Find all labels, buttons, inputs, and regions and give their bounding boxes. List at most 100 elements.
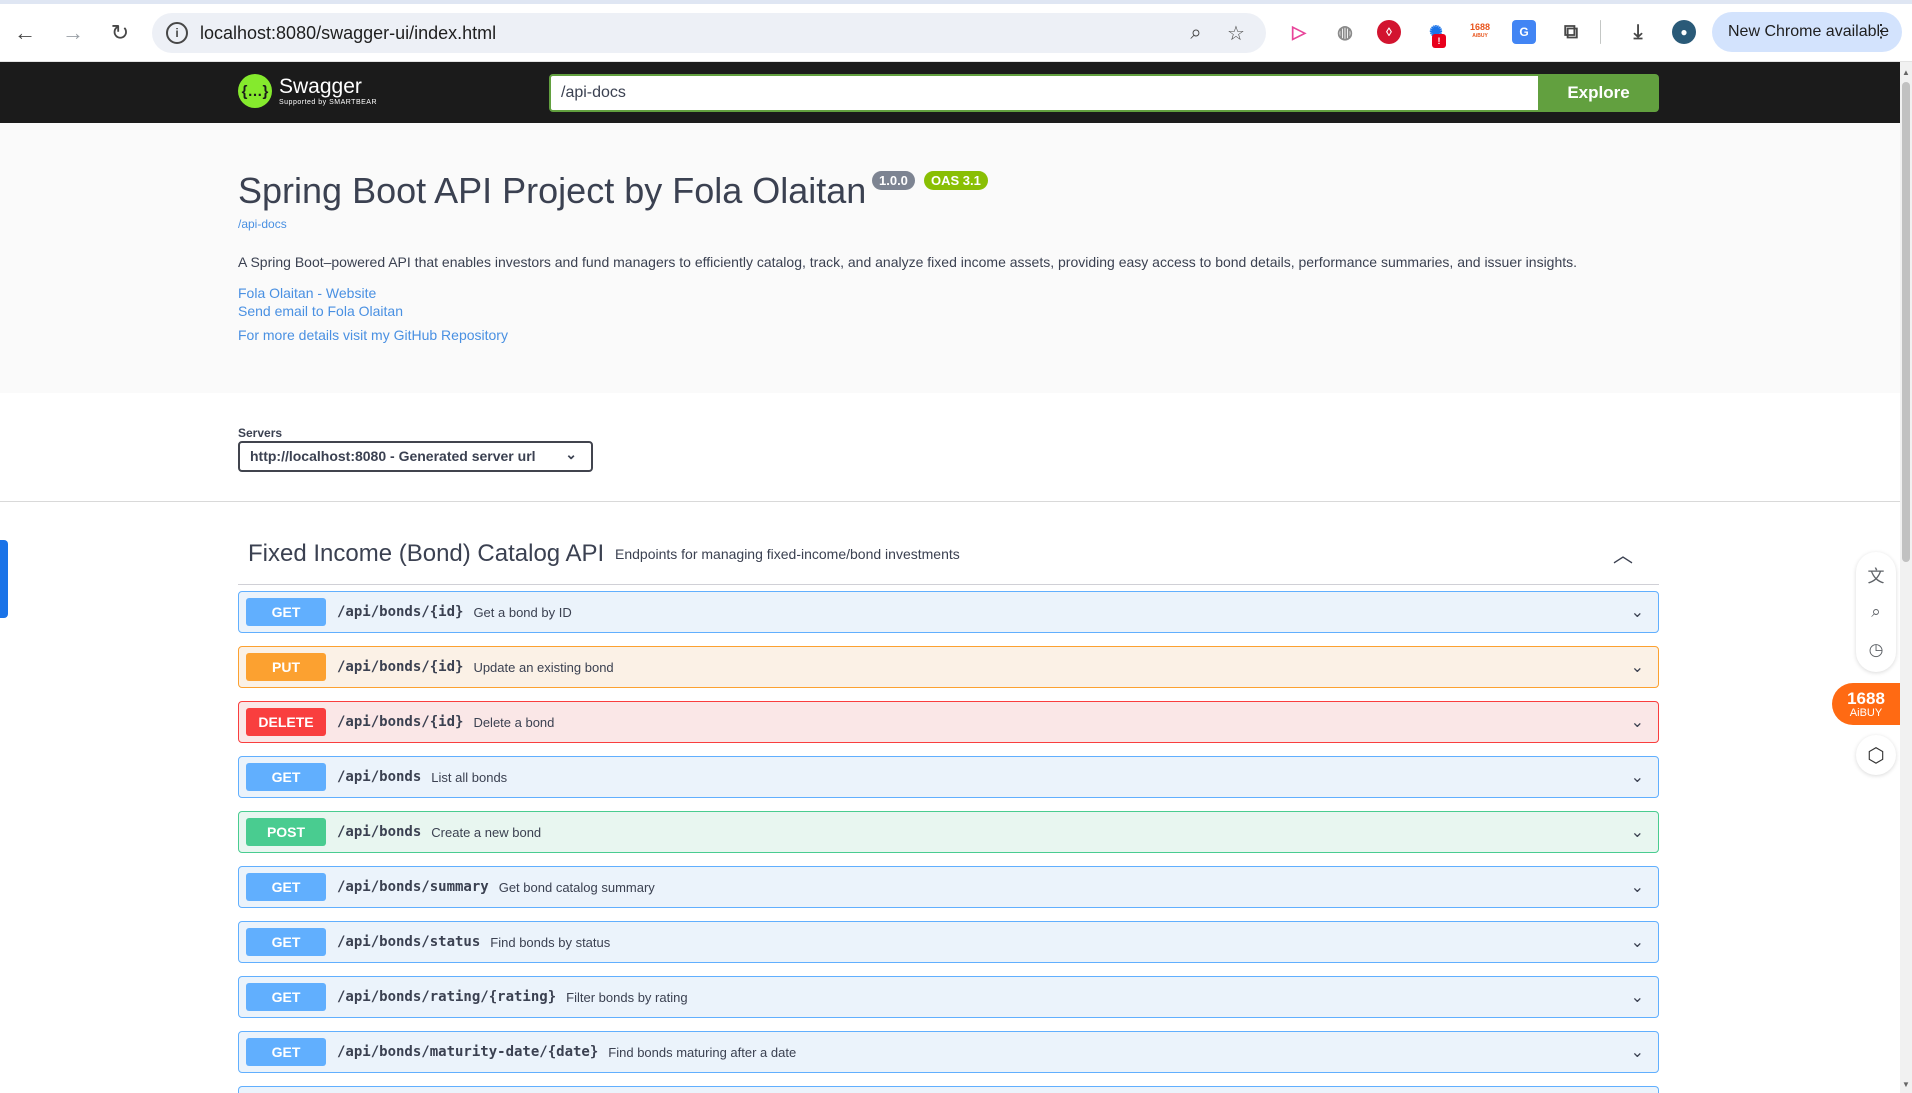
zoom-search-icon[interactable]: ⌕: [1184, 21, 1208, 45]
aibuy-text: AiBUY: [1849, 706, 1883, 719]
operation-path: /api/bonds/{id}: [337, 604, 464, 620]
page-scrollbar[interactable]: ▲ ▼: [1900, 62, 1912, 1093]
chevron-down-icon[interactable]: ⌄: [1631, 987, 1644, 1007]
operation-path: /api/bonds/{id}: [337, 659, 464, 675]
chevron-down-icon[interactable]: ⌄: [1631, 712, 1644, 732]
aibuy-number: 1688: [1847, 688, 1885, 708]
operation-bonds-by-rating[interactable]: GET /api/bonds/rating/{rating} Filter bo…: [238, 976, 1659, 1018]
profile-avatar[interactable]: ●: [1672, 20, 1696, 44]
chevron-down-icon[interactable]: ⌄: [1631, 602, 1644, 622]
operation-path: /api/bonds/summary: [337, 879, 489, 895]
aibuy-button[interactable]: 1688 AiBUY: [1832, 683, 1900, 725]
explore-button[interactable]: Explore: [1538, 74, 1659, 112]
back-arrow-icon[interactable]: ←: [9, 17, 41, 49]
spec-link[interactable]: /api-docs: [238, 217, 287, 231]
chevron-down-icon: ⌄: [565, 446, 577, 462]
operation-summary: Find bonds maturing after a date: [608, 1044, 797, 1060]
version-badge: 1.0.0: [872, 171, 915, 190]
method-badge: POST: [246, 818, 326, 846]
download-icon[interactable]: ⤓: [1626, 20, 1650, 44]
toolbar-separator: [1600, 20, 1601, 44]
settings-gear-icon[interactable]: ⬡: [1856, 735, 1896, 775]
operation-delete-bond[interactable]: DELETE /api/bonds/{id} Delete a bond ⌄: [238, 701, 1659, 743]
operation-path: /api/bonds/status: [337, 934, 481, 950]
method-badge: GET: [246, 873, 326, 901]
chevron-down-icon[interactable]: ⌄: [1631, 822, 1644, 842]
operation-summary: Find bonds by status: [490, 934, 611, 950]
operation-bonds-by-maturity[interactable]: GET /api/bonds/maturity-date/{date} Find…: [238, 1031, 1659, 1073]
swagger-logo-icon: {…}: [238, 74, 272, 108]
new-chrome-label: New Chrome available: [1728, 23, 1889, 40]
operation-partial[interactable]: [238, 1086, 1659, 1093]
address-url[interactable]: localhost:8080/swagger-ui/index.html: [200, 23, 496, 44]
chevron-down-icon[interactable]: ⌄: [1631, 932, 1644, 952]
browser-toolbar: ← → ↻ i localhost:8080/swagger-ui/index.…: [0, 0, 1912, 62]
chevron-down-icon[interactable]: ⌄: [1631, 877, 1644, 897]
forward-arrow-icon[interactable]: →: [57, 17, 89, 49]
operation-summary: Get bond catalog summary: [498, 879, 655, 895]
operation-list-bonds[interactable]: GET /api/bonds List all bonds ⌄: [238, 756, 1659, 798]
operation-update-bond[interactable]: PUT /api/bonds/{id} Update an existing b…: [238, 646, 1659, 688]
operation-path: /api/bonds/rating/{rating}: [337, 989, 557, 1005]
oas-badge: OAS 3.1: [924, 171, 988, 190]
tag-description: Endpoints for managing fixed-income/bond…: [615, 546, 960, 562]
operation-summary: Filter bonds by rating: [566, 989, 688, 1005]
scrollbar-thumb[interactable]: [1902, 82, 1910, 562]
google-translate-icon[interactable]: G: [1512, 20, 1536, 44]
extension-badge-icon: !: [1432, 34, 1446, 48]
servers-label: Servers: [238, 426, 283, 440]
timer-icon[interactable]: ◷: [1862, 636, 1890, 664]
chevron-up-icon[interactable]: ︿: [1608, 540, 1638, 567]
screen-search-icon[interactable]: ⌕: [1862, 598, 1890, 626]
operation-bonds-by-status[interactable]: GET /api/bonds/status Find bonds by stat…: [238, 921, 1659, 963]
method-badge: GET: [246, 928, 326, 956]
operation-summary: Delete a bond: [473, 714, 555, 730]
extension-play-icon[interactable]: ▷: [1287, 20, 1311, 44]
operation-path: /api/bonds: [337, 769, 422, 785]
tag-title[interactable]: Fixed Income (Bond) Catalog API: [248, 540, 604, 568]
operation-summary: Get a bond by ID: [473, 604, 572, 620]
servers-selected-value: http://localhost:8080 - Generated server…: [250, 448, 536, 464]
operation-path: /api/bonds/maturity-date/{date}: [337, 1044, 599, 1060]
operation-path: /api/bonds/{id}: [337, 714, 464, 730]
operation-bond-summary[interactable]: GET /api/bonds/summary Get bond catalog …: [238, 866, 1659, 908]
method-badge: GET: [246, 1038, 326, 1066]
operation-create-bond[interactable]: POST /api/bonds Create a new bond ⌄: [238, 811, 1659, 853]
servers-select[interactable]: http://localhost:8080 - Generated server…: [238, 441, 593, 472]
spec-url-input[interactable]: /api-docs: [549, 74, 1540, 112]
scroll-down-arrow-icon[interactable]: ▼: [1902, 1080, 1910, 1089]
swagger-logo-text: Swagger: [279, 74, 362, 98]
side-drawer-tab[interactable]: [0, 540, 8, 618]
site-info-icon[interactable]: i: [166, 22, 188, 44]
translate-icon[interactable]: 文: [1862, 560, 1890, 588]
operation-summary: List all bonds: [431, 769, 508, 785]
address-bar[interactable]: i localhost:8080/swagger-ui/index.html ⌕…: [152, 13, 1266, 53]
website-link[interactable]: Fola Olaitan - Website: [238, 285, 376, 301]
api-title: Spring Boot API Project by Fola Olaitan: [238, 170, 867, 211]
tab-strip-edge: [0, 0, 1912, 4]
operation-summary: Update an existing bond: [473, 659, 614, 675]
github-link[interactable]: For more details visit my GitHub Reposit…: [238, 327, 508, 343]
operation-get-bond-by-id[interactable]: GET /api/bonds/{id} Get a bond by ID ⌄: [238, 591, 1659, 633]
method-badge: PUT: [246, 653, 326, 681]
extension-drop-icon[interactable]: ◊: [1377, 20, 1401, 44]
extension-1688-label: 1688: [1469, 22, 1491, 32]
chevron-down-icon[interactable]: ⌄: [1631, 657, 1644, 677]
more-menu-icon[interactable]: ⋮: [1872, 21, 1890, 42]
bookmark-star-icon[interactable]: ☆: [1224, 21, 1248, 45]
swagger-logo-subtext: Supported by SMARTBEAR: [279, 98, 378, 106]
tag-divider: [238, 584, 1659, 585]
chevron-down-icon[interactable]: ⌄: [1631, 1042, 1644, 1062]
operation-path: /api/bonds: [337, 824, 422, 840]
scroll-up-arrow-icon[interactable]: ▲: [1902, 68, 1910, 77]
swagger-logo[interactable]: {…} Swagger Supported by SMARTBEAR: [238, 74, 377, 108]
method-badge: GET: [246, 598, 326, 626]
new-chrome-available-button[interactable]: New Chrome available ⋮: [1712, 12, 1902, 52]
extension-1688-icon[interactable]: 1688 AiBUY: [1468, 20, 1492, 44]
extension-cloud-icon[interactable]: ◍: [1333, 20, 1357, 44]
chevron-down-icon[interactable]: ⌄: [1631, 767, 1644, 787]
extensions-puzzle-icon[interactable]: ⧉: [1559, 20, 1583, 44]
email-link[interactable]: Send email to Fola Olaitan: [238, 303, 403, 319]
reload-icon[interactable]: ↻: [104, 17, 136, 49]
method-badge: DELETE: [246, 708, 326, 736]
